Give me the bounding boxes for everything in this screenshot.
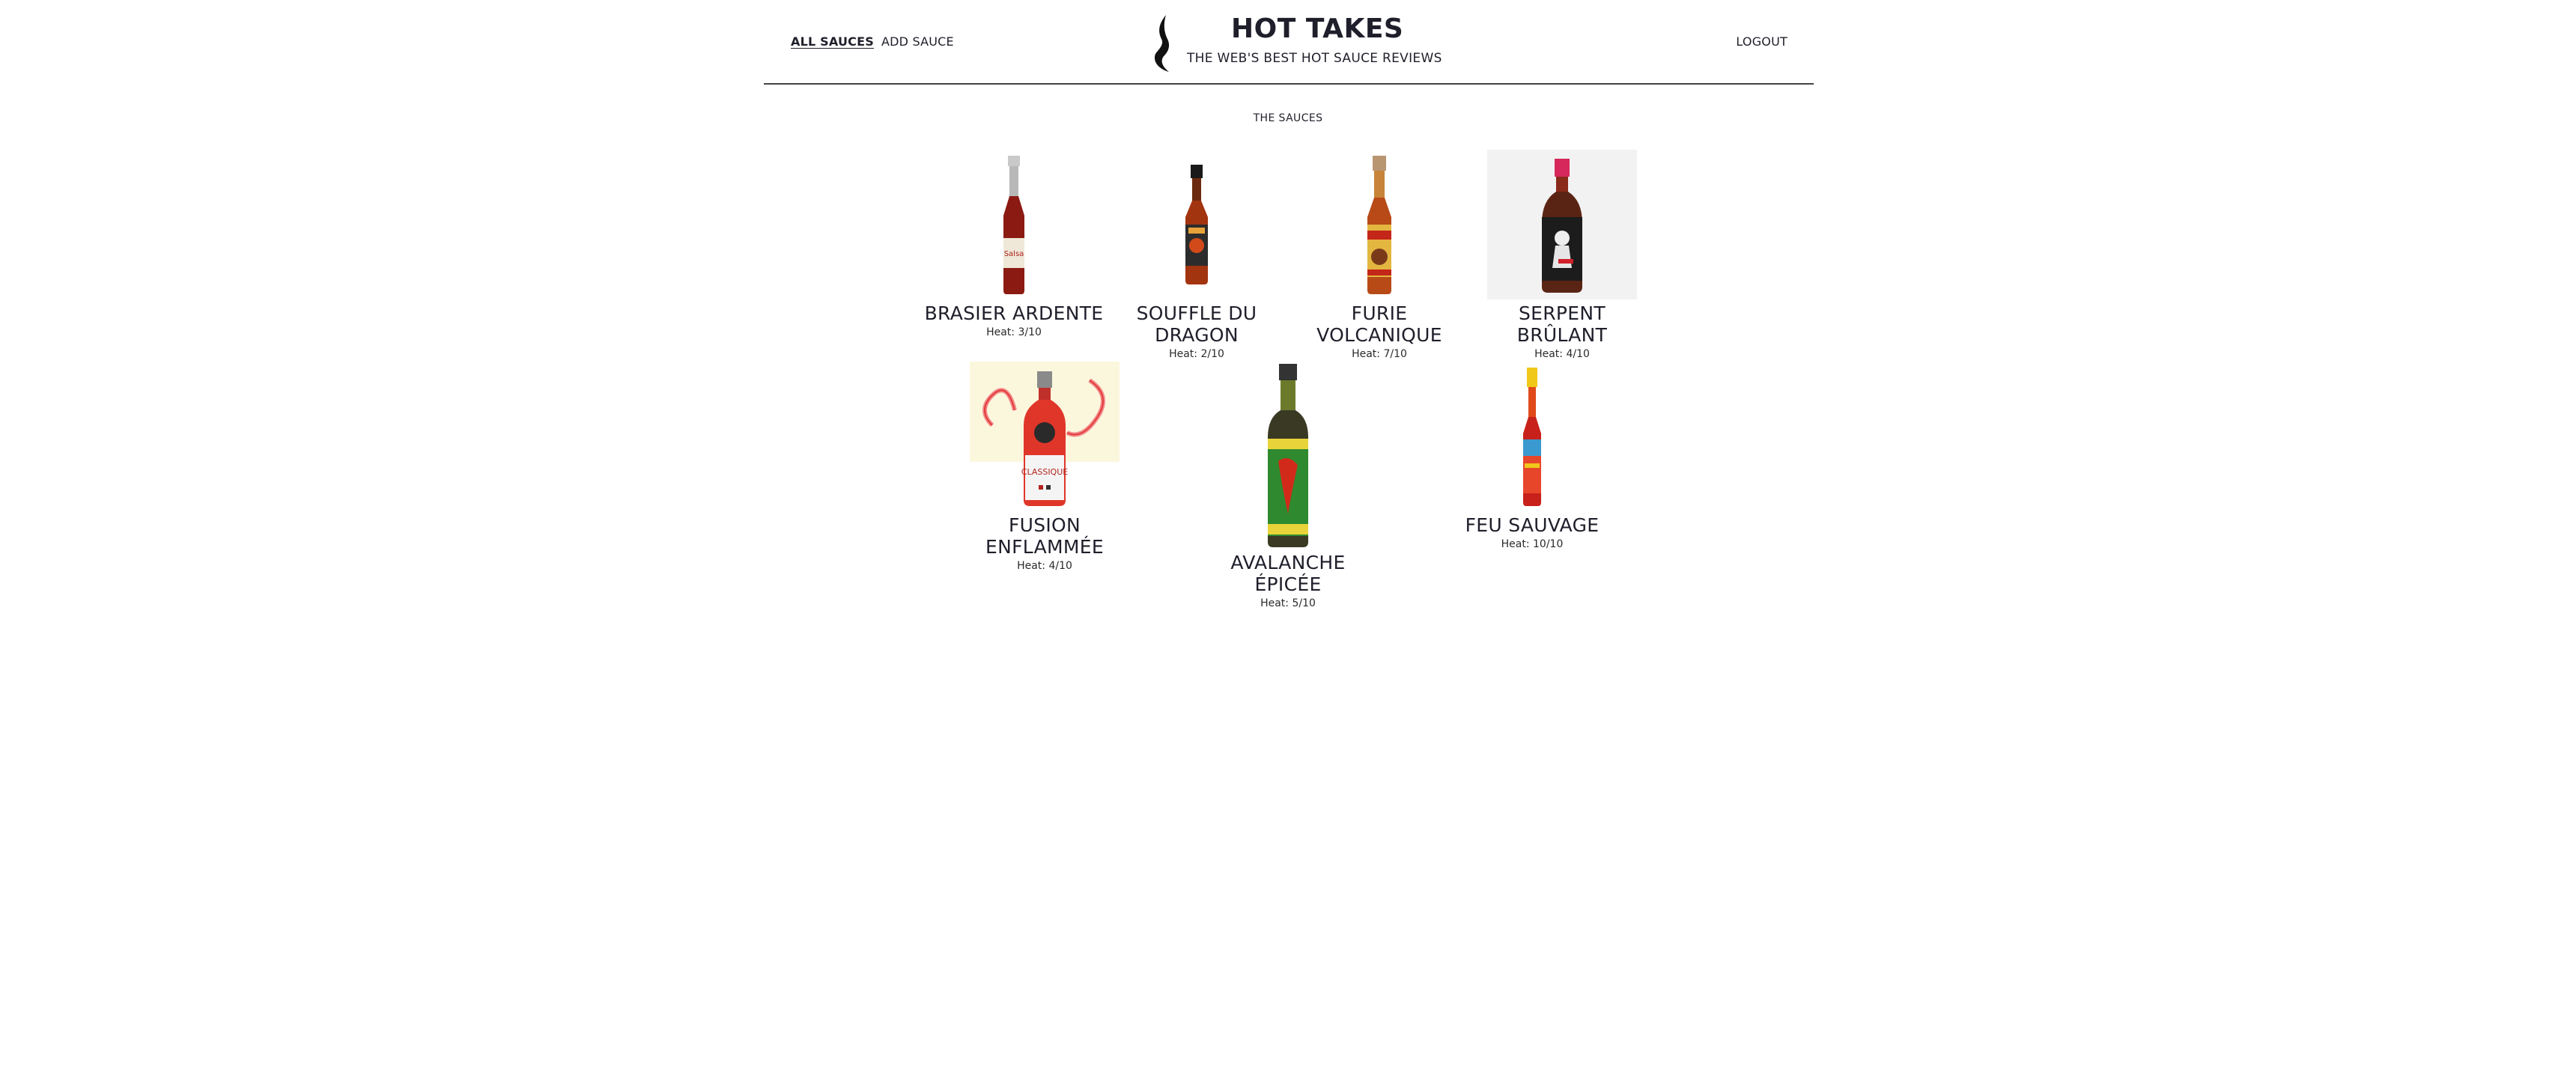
sauce-bottle-image: Salsa xyxy=(1003,155,1024,294)
sauce-name: FEU SAUVAGE xyxy=(1465,514,1600,536)
flame-icon xyxy=(1154,15,1170,72)
sauce-bottle-image xyxy=(1523,367,1541,506)
sauce-heat: Heat: 4/10 xyxy=(1534,348,1590,360)
sauce-name: SOUFFLE DU DRAGON xyxy=(1136,302,1257,346)
sauce-bottle-image xyxy=(1542,158,1582,293)
sauce-card[interactable]: AVALANCHE ÉPICÉE Heat: 5/10 xyxy=(1198,362,1378,610)
sauce-name: BRASIER ARDENTE xyxy=(924,302,1104,324)
site-tagline: THE WEB'S BEST HOT SAUCE REVIEWS xyxy=(1187,51,1442,66)
sauce-bottle-image xyxy=(1185,165,1208,284)
sauce-card[interactable]: SOUFFLE DU DRAGON Heat: 2/10 xyxy=(1107,150,1287,361)
section-title: THE SAUCES xyxy=(1253,112,1323,124)
sauce-image[interactable]: Salsa xyxy=(939,150,1089,299)
sauce-image[interactable]: CLASSIQUE xyxy=(970,362,1120,511)
sauce-heat: Heat: 2/10 xyxy=(1169,348,1224,360)
sauce-card[interactable]: FURIE VOLCANIQUE Heat: 7/10 xyxy=(1289,150,1469,361)
sauce-bottle-image xyxy=(1268,363,1308,547)
svg-text:Salsa: Salsa xyxy=(1004,250,1024,258)
sauce-image[interactable] xyxy=(1213,362,1363,549)
nav-all-sauces-link[interactable]: ALL SAUCES xyxy=(791,34,874,49)
site-title: HOT TAKES xyxy=(1231,13,1404,44)
svg-text:CLASSIQUE: CLASSIQUE xyxy=(1021,467,1069,477)
sauce-name: SERPENT BRÛLANT xyxy=(1516,302,1608,346)
sauce-bottle-image: CLASSIQUE xyxy=(982,371,1105,506)
sauce-name: FURIE VOLCANIQUE xyxy=(1316,302,1442,346)
sauce-bottle-image xyxy=(1367,155,1391,294)
site-header: ALL SAUCES ADD SAUCE HOT TAKES THE WEB'S… xyxy=(764,0,1814,85)
sauce-card[interactable]: CLASSIQUE FUSION ENFLAMMÉE Heat: 4/10 xyxy=(955,362,1134,573)
sauce-heat: Heat: 5/10 xyxy=(1260,597,1316,609)
sauce-image[interactable] xyxy=(1457,362,1607,511)
sauce-name: AVALANCHE ÉPICÉE xyxy=(1230,552,1346,595)
sauce-image[interactable] xyxy=(1304,150,1454,299)
sauce-heat: Heat: 7/10 xyxy=(1352,348,1407,360)
sauce-card[interactable]: SERPENT BRÛLANT Heat: 4/10 xyxy=(1472,150,1652,361)
sauce-image[interactable] xyxy=(1122,150,1272,299)
sauce-image[interactable] xyxy=(1487,150,1637,299)
logout-link[interactable]: LOGOUT xyxy=(1736,34,1787,49)
sauce-heat: Heat: 3/10 xyxy=(986,326,1042,338)
sauce-name: FUSION ENFLAMMÉE xyxy=(985,514,1104,558)
sauce-heat: Heat: 10/10 xyxy=(1501,538,1564,550)
sauce-card[interactable]: Salsa BRASIER ARDENTE Heat: 3/10 xyxy=(924,150,1104,339)
sauce-card[interactable]: FEU SAUVAGE Heat: 10/10 xyxy=(1442,362,1622,551)
sauce-heat: Heat: 4/10 xyxy=(1017,560,1072,572)
nav-add-sauce-link[interactable]: ADD SAUCE xyxy=(881,34,954,49)
